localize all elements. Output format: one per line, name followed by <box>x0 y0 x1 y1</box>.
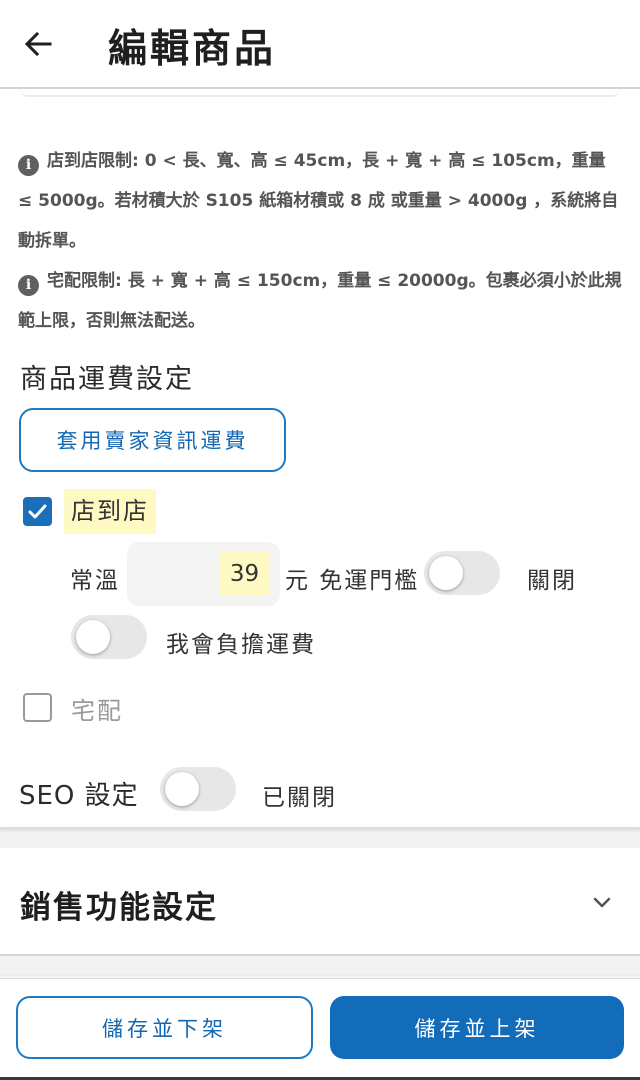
normal-temp-label: 常溫 <box>70 568 120 594</box>
home-limit-text: 宅配限制: 長 + 寬 + 高 ≤ 150cm，重量 ≤ 20000g。包裹必須… <box>18 271 622 331</box>
bear-shipping-label: 我會負擔運費 <box>166 632 316 658</box>
store-to-store-checkbox[interactable] <box>23 497 52 526</box>
save-and-publish-button[interactable]: 儲存並上架 <box>330 996 624 1059</box>
shipping-price-input[interactable]: 39 <box>127 542 280 606</box>
arrow-left-icon <box>24 31 52 57</box>
bear-shipping-toggle[interactable] <box>71 615 147 659</box>
shipping-section-title: 商品運費設定 <box>20 364 194 395</box>
home-delivery-checkbox[interactable] <box>23 693 52 722</box>
toggle-knob <box>76 620 110 654</box>
toggle-knob <box>429 556 463 590</box>
bottom-action-bar: 儲存並下架 儲存並上架 <box>0 978 640 1080</box>
store-limit-text: 店到店限制: 0 < 長、寬、高 ≤ 45cm，長 + 寬 + 高 ≤ 105c… <box>18 151 619 251</box>
app-header: 編輯商品 <box>0 0 640 89</box>
home-delivery-label: 宅配 <box>71 697 123 725</box>
info-icon: i <box>18 275 39 296</box>
save-and-unpublish-button[interactable]: 儲存並下架 <box>16 996 313 1059</box>
info-icon: i <box>18 155 39 176</box>
shipping-price-value: 39 <box>220 552 269 596</box>
seo-state: 已關閉 <box>262 785 337 811</box>
page-title: 編輯商品 <box>108 27 277 72</box>
back-button[interactable] <box>18 24 58 64</box>
store-limit-notice: i 店到店限制: 0 < 長、寬、高 ≤ 45cm，長 + 寬 + 高 ≤ 105… <box>18 141 622 261</box>
free-threshold-toggle[interactable] <box>424 551 500 595</box>
home-limit-notice: i 宅配限制: 長 + 寬 + 高 ≤ 150cm，重量 ≤ 20000g。包裹必… <box>18 261 622 341</box>
shipping-card: i 店到店限制: 0 < 長、寬、高 ≤ 45cm，長 + 寬 + 高 ≤ 105… <box>0 89 640 829</box>
divider <box>20 89 620 97</box>
free-threshold-state: 關閉 <box>527 568 577 594</box>
store-to-store-label: 店到店 <box>64 489 156 534</box>
free-threshold-label: 元 免運門檻 <box>285 568 420 594</box>
sales-settings-section[interactable]: 銷售功能設定 <box>0 848 640 956</box>
seo-toggle[interactable] <box>160 767 236 811</box>
apply-seller-shipping-button[interactable]: 套用賣家資訊運費 <box>19 408 286 472</box>
check-icon <box>28 504 47 519</box>
toggle-knob <box>165 772 199 806</box>
chevron-down-icon <box>593 897 611 908</box>
sales-settings-title: 銷售功能設定 <box>20 890 218 926</box>
seo-label: SEO 設定 <box>19 781 139 811</box>
